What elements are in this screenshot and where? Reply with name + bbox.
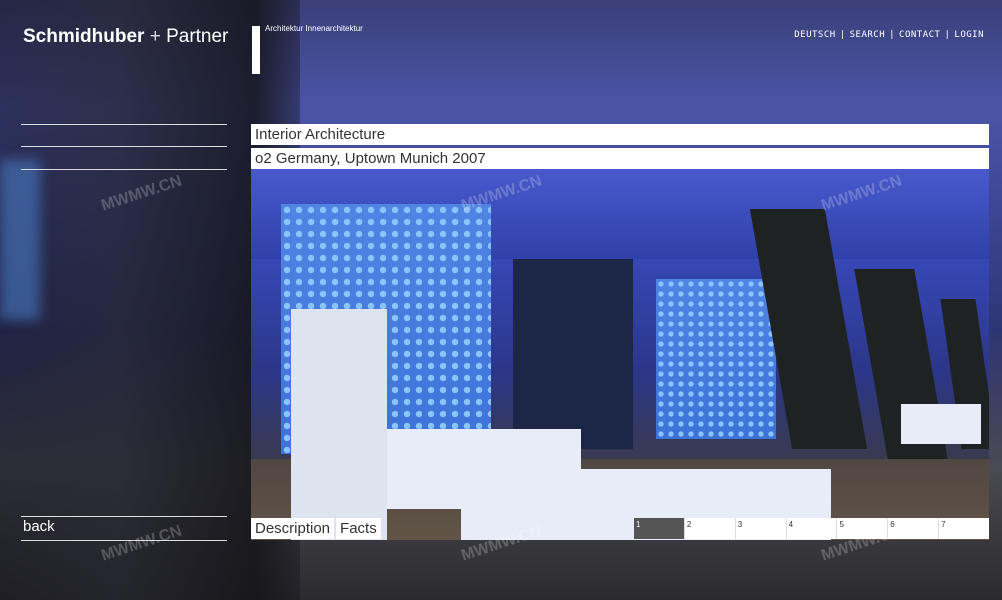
background-glow: [0, 160, 40, 320]
info-tabs: Description Facts: [251, 518, 381, 539]
logo-plus: +: [149, 26, 161, 47]
page-background: Schmidhuber + Partner Architektur Innena…: [0, 0, 1002, 600]
tagline: Architektur Innenarchitektur: [265, 24, 363, 33]
nav-separator: |: [839, 30, 846, 40]
logo[interactable]: Schmidhuber + Partner: [23, 26, 228, 48]
nav-search[interactable]: SEARCH: [850, 30, 886, 40]
nav-separator: |: [889, 30, 896, 40]
nav-separator: |: [944, 30, 951, 40]
back-link[interactable]: back: [23, 518, 55, 535]
sidebar-line: [21, 124, 227, 125]
divider-bar: [252, 26, 260, 74]
page-1[interactable]: 1: [634, 518, 684, 539]
tab-description[interactable]: Description: [251, 518, 335, 539]
photo-sofa: [901, 404, 981, 444]
top-nav: DEUTSCH | SEARCH | CONTACT | LOGIN: [794, 30, 984, 40]
photo-panel: [291, 309, 387, 540]
page-7[interactable]: 7: [938, 518, 990, 539]
tab-facts[interactable]: Facts: [336, 518, 381, 539]
sidebar-line: [21, 146, 227, 147]
nav-deutsch[interactable]: DEUTSCH: [794, 30, 835, 40]
page-2[interactable]: 2: [683, 518, 735, 539]
sidebar-line: [21, 169, 227, 170]
page-4[interactable]: 4: [785, 518, 837, 539]
project-photo: [251, 169, 989, 540]
nav-login[interactable]: LOGIN: [954, 30, 984, 40]
logo-partner: Partner: [166, 26, 229, 47]
image-pager: 1 2 3 4 5 6 7: [634, 518, 990, 539]
photo-doors: [513, 259, 633, 449]
logo-main: Schmidhuber: [23, 26, 145, 47]
nav-contact[interactable]: CONTACT: [899, 30, 940, 40]
project-title: o2 Germany, Uptown Munich 2007: [251, 148, 989, 169]
photo-light-wall: [656, 279, 776, 439]
sidebar-line: [21, 516, 227, 517]
page-3[interactable]: 3: [734, 518, 786, 539]
project-category: Interior Architecture: [251, 124, 989, 145]
